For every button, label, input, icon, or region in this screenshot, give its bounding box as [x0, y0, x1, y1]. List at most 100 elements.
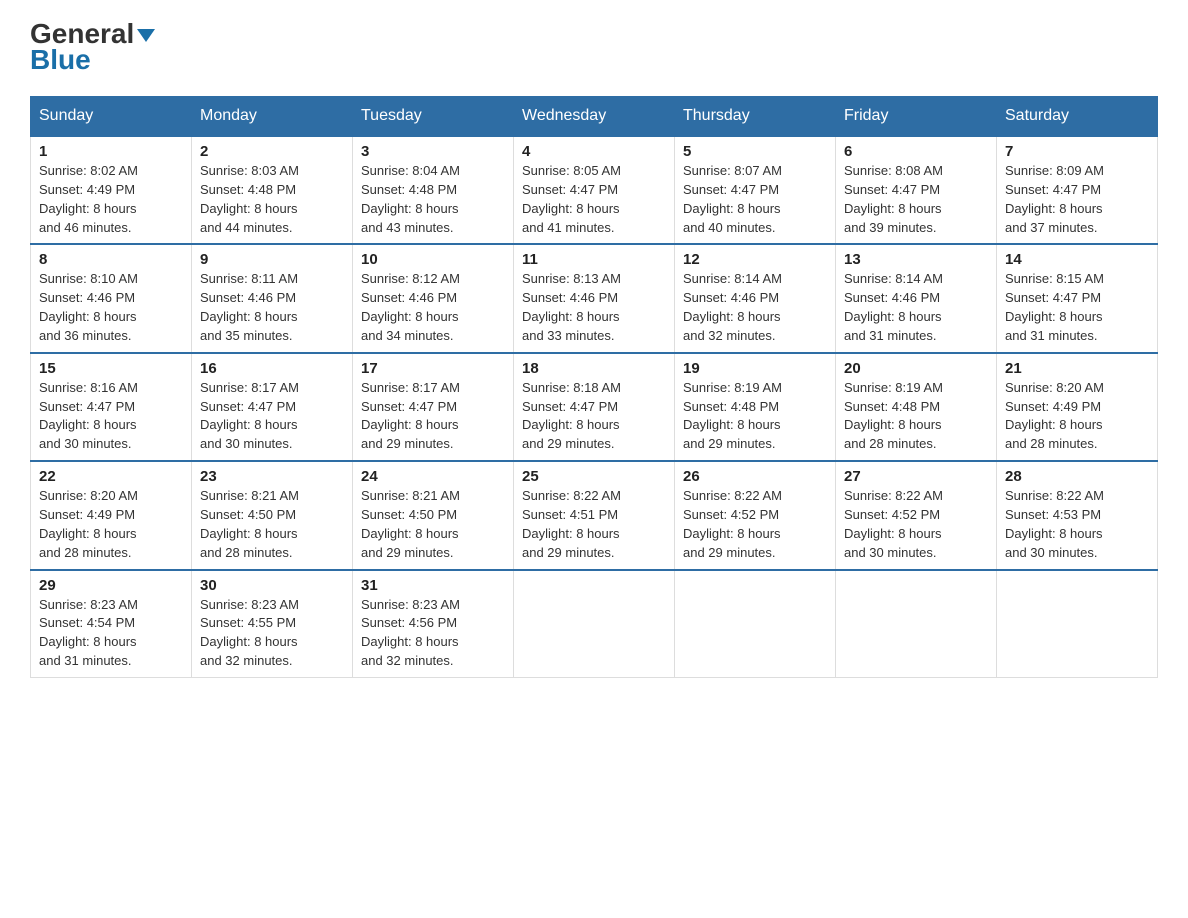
day-number: 17 [361, 360, 505, 377]
day-info: Sunrise: 8:07 AMSunset: 4:47 PMDaylight:… [683, 162, 827, 237]
day-number: 26 [683, 468, 827, 485]
day-info: Sunrise: 8:03 AMSunset: 4:48 PMDaylight:… [200, 162, 344, 237]
header-wednesday: Wednesday [514, 97, 675, 137]
day-cell: 10 Sunrise: 8:12 AMSunset: 4:46 PMDaylig… [353, 244, 514, 352]
week-row-1: 1 Sunrise: 8:02 AMSunset: 4:49 PMDayligh… [31, 136, 1158, 244]
day-number: 15 [39, 360, 183, 377]
day-number: 2 [200, 143, 344, 160]
day-number: 21 [1005, 360, 1149, 377]
day-cell: 18 Sunrise: 8:18 AMSunset: 4:47 PMDaylig… [514, 353, 675, 461]
header-tuesday: Tuesday [353, 97, 514, 137]
day-cell: 15 Sunrise: 8:16 AMSunset: 4:47 PMDaylig… [31, 353, 192, 461]
day-number: 1 [39, 143, 183, 160]
header-monday: Monday [192, 97, 353, 137]
header-thursday: Thursday [675, 97, 836, 137]
day-cell: 17 Sunrise: 8:17 AMSunset: 4:47 PMDaylig… [353, 353, 514, 461]
day-info: Sunrise: 8:14 AMSunset: 4:46 PMDaylight:… [683, 270, 827, 345]
header-friday: Friday [836, 97, 997, 137]
day-cell: 1 Sunrise: 8:02 AMSunset: 4:49 PMDayligh… [31, 136, 192, 244]
day-number: 9 [200, 251, 344, 268]
calendar-table: SundayMondayTuesdayWednesdayThursdayFrid… [30, 96, 1158, 678]
day-info: Sunrise: 8:17 AMSunset: 4:47 PMDaylight:… [200, 379, 344, 454]
day-cell: 22 Sunrise: 8:20 AMSunset: 4:49 PMDaylig… [31, 461, 192, 569]
day-cell: 30 Sunrise: 8:23 AMSunset: 4:55 PMDaylig… [192, 570, 353, 678]
day-info: Sunrise: 8:22 AMSunset: 4:52 PMDaylight:… [844, 487, 988, 562]
day-cell: 3 Sunrise: 8:04 AMSunset: 4:48 PMDayligh… [353, 136, 514, 244]
day-info: Sunrise: 8:22 AMSunset: 4:52 PMDaylight:… [683, 487, 827, 562]
day-cell: 14 Sunrise: 8:15 AMSunset: 4:47 PMDaylig… [997, 244, 1158, 352]
day-info: Sunrise: 8:13 AMSunset: 4:46 PMDaylight:… [522, 270, 666, 345]
day-cell: 7 Sunrise: 8:09 AMSunset: 4:47 PMDayligh… [997, 136, 1158, 244]
day-info: Sunrise: 8:20 AMSunset: 4:49 PMDaylight:… [39, 487, 183, 562]
day-info: Sunrise: 8:14 AMSunset: 4:46 PMDaylight:… [844, 270, 988, 345]
day-number: 29 [39, 577, 183, 594]
day-info: Sunrise: 8:17 AMSunset: 4:47 PMDaylight:… [361, 379, 505, 454]
day-number: 31 [361, 577, 505, 594]
logo-blue: Blue [30, 44, 91, 76]
day-number: 14 [1005, 251, 1149, 268]
day-info: Sunrise: 8:10 AMSunset: 4:46 PMDaylight:… [39, 270, 183, 345]
day-info: Sunrise: 8:02 AMSunset: 4:49 PMDaylight:… [39, 162, 183, 237]
day-number: 8 [39, 251, 183, 268]
day-cell: 16 Sunrise: 8:17 AMSunset: 4:47 PMDaylig… [192, 353, 353, 461]
day-cell [675, 570, 836, 678]
day-info: Sunrise: 8:16 AMSunset: 4:47 PMDaylight:… [39, 379, 183, 454]
day-number: 13 [844, 251, 988, 268]
day-number: 28 [1005, 468, 1149, 485]
day-info: Sunrise: 8:23 AMSunset: 4:55 PMDaylight:… [200, 596, 344, 671]
day-cell: 9 Sunrise: 8:11 AMSunset: 4:46 PMDayligh… [192, 244, 353, 352]
day-info: Sunrise: 8:21 AMSunset: 4:50 PMDaylight:… [200, 487, 344, 562]
logo: General Blue [30, 20, 155, 76]
day-cell: 25 Sunrise: 8:22 AMSunset: 4:51 PMDaylig… [514, 461, 675, 569]
day-cell [514, 570, 675, 678]
day-cell: 26 Sunrise: 8:22 AMSunset: 4:52 PMDaylig… [675, 461, 836, 569]
day-info: Sunrise: 8:08 AMSunset: 4:47 PMDaylight:… [844, 162, 988, 237]
day-cell: 20 Sunrise: 8:19 AMSunset: 4:48 PMDaylig… [836, 353, 997, 461]
day-info: Sunrise: 8:22 AMSunset: 4:53 PMDaylight:… [1005, 487, 1149, 562]
day-cell: 23 Sunrise: 8:21 AMSunset: 4:50 PMDaylig… [192, 461, 353, 569]
day-info: Sunrise: 8:21 AMSunset: 4:50 PMDaylight:… [361, 487, 505, 562]
day-number: 25 [522, 468, 666, 485]
day-number: 12 [683, 251, 827, 268]
day-cell: 24 Sunrise: 8:21 AMSunset: 4:50 PMDaylig… [353, 461, 514, 569]
day-number: 5 [683, 143, 827, 160]
day-cell: 11 Sunrise: 8:13 AMSunset: 4:46 PMDaylig… [514, 244, 675, 352]
week-row-2: 8 Sunrise: 8:10 AMSunset: 4:46 PMDayligh… [31, 244, 1158, 352]
day-number: 18 [522, 360, 666, 377]
day-cell: 27 Sunrise: 8:22 AMSunset: 4:52 PMDaylig… [836, 461, 997, 569]
day-info: Sunrise: 8:22 AMSunset: 4:51 PMDaylight:… [522, 487, 666, 562]
day-number: 23 [200, 468, 344, 485]
day-cell: 12 Sunrise: 8:14 AMSunset: 4:46 PMDaylig… [675, 244, 836, 352]
day-info: Sunrise: 8:11 AMSunset: 4:46 PMDaylight:… [200, 270, 344, 345]
day-cell: 2 Sunrise: 8:03 AMSunset: 4:48 PMDayligh… [192, 136, 353, 244]
day-info: Sunrise: 8:20 AMSunset: 4:49 PMDaylight:… [1005, 379, 1149, 454]
day-number: 4 [522, 143, 666, 160]
day-cell: 6 Sunrise: 8:08 AMSunset: 4:47 PMDayligh… [836, 136, 997, 244]
day-info: Sunrise: 8:05 AMSunset: 4:47 PMDaylight:… [522, 162, 666, 237]
day-cell: 28 Sunrise: 8:22 AMSunset: 4:53 PMDaylig… [997, 461, 1158, 569]
day-info: Sunrise: 8:19 AMSunset: 4:48 PMDaylight:… [844, 379, 988, 454]
day-info: Sunrise: 8:04 AMSunset: 4:48 PMDaylight:… [361, 162, 505, 237]
day-number: 19 [683, 360, 827, 377]
header-sunday: Sunday [31, 97, 192, 137]
week-row-4: 22 Sunrise: 8:20 AMSunset: 4:49 PMDaylig… [31, 461, 1158, 569]
day-info: Sunrise: 8:23 AMSunset: 4:56 PMDaylight:… [361, 596, 505, 671]
day-cell: 4 Sunrise: 8:05 AMSunset: 4:47 PMDayligh… [514, 136, 675, 244]
day-cell [997, 570, 1158, 678]
header-saturday: Saturday [997, 97, 1158, 137]
day-info: Sunrise: 8:18 AMSunset: 4:47 PMDaylight:… [522, 379, 666, 454]
day-cell: 31 Sunrise: 8:23 AMSunset: 4:56 PMDaylig… [353, 570, 514, 678]
day-info: Sunrise: 8:15 AMSunset: 4:47 PMDaylight:… [1005, 270, 1149, 345]
day-number: 30 [200, 577, 344, 594]
day-number: 11 [522, 251, 666, 268]
day-number: 7 [1005, 143, 1149, 160]
page-header: General Blue [30, 20, 1158, 76]
day-info: Sunrise: 8:23 AMSunset: 4:54 PMDaylight:… [39, 596, 183, 671]
header-row: SundayMondayTuesdayWednesdayThursdayFrid… [31, 97, 1158, 137]
logo-triangle-icon [137, 29, 155, 42]
day-number: 3 [361, 143, 505, 160]
day-info: Sunrise: 8:12 AMSunset: 4:46 PMDaylight:… [361, 270, 505, 345]
day-cell: 13 Sunrise: 8:14 AMSunset: 4:46 PMDaylig… [836, 244, 997, 352]
day-cell: 19 Sunrise: 8:19 AMSunset: 4:48 PMDaylig… [675, 353, 836, 461]
day-number: 22 [39, 468, 183, 485]
